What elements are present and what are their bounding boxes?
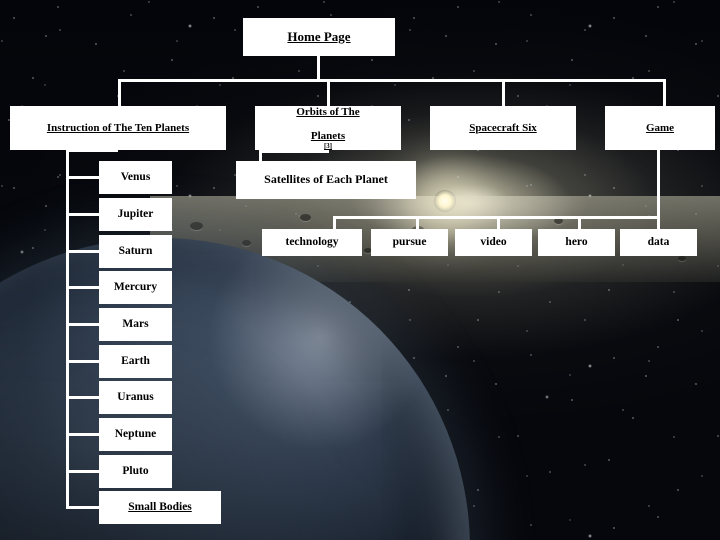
slide-canvas: Home Page Instruction of The Ten Planets…: [0, 0, 720, 540]
node-satellites-label: Satellites of Each Planet: [264, 172, 388, 187]
node-instruction-of-the-ten-planets[interactable]: Instruction of The Ten Planets: [10, 106, 226, 150]
node-home-page[interactable]: Home Page: [243, 18, 395, 56]
node-planet-pluto[interactable]: Pluto: [99, 455, 172, 488]
node-small-bodies[interactable]: Small Bodies: [99, 491, 221, 524]
connector-stub-mars: [66, 323, 100, 326]
node-planet-mars-label: Mars: [122, 318, 149, 331]
node-planet-saturn-label: Saturn: [118, 245, 153, 258]
connector-stub-pluto: [66, 470, 100, 473]
node-planet-saturn[interactable]: Saturn: [99, 235, 172, 268]
node-game-video[interactable]: video: [455, 229, 532, 256]
node-planet-mercury-label: Mercury: [113, 281, 158, 294]
connector-stub-neptune: [66, 433, 100, 436]
connector-planet-rail: [66, 149, 69, 509]
node-spacecraft-six[interactable]: Spacecraft Six: [430, 106, 576, 150]
node-game-hero[interactable]: hero: [538, 229, 615, 256]
connector-bus-to-data: [657, 216, 660, 230]
connector-bus-to-orbits: [327, 79, 330, 106]
node-game-pursue[interactable]: pursue: [371, 229, 448, 256]
connector-stub-venus: [66, 176, 100, 179]
node-game-technology[interactable]: technology: [262, 229, 362, 256]
sun-glow: [434, 190, 456, 212]
node-planet-venus-label: Venus: [120, 171, 151, 184]
node-planet-neptune-label: Neptune: [114, 428, 157, 441]
connector-bus-to-video: [497, 216, 500, 230]
node-game-data-label: data: [647, 236, 670, 249]
node-game-pursue-label: pursue: [392, 236, 427, 249]
node-planet-uranus-label: Uranus: [117, 391, 154, 404]
connector-bus-to-technology: [333, 216, 336, 230]
node-planet-pluto-label: Pluto: [122, 465, 149, 478]
node-game-hero-label: hero: [565, 236, 588, 249]
node-planet-earth-label: Earth: [121, 355, 150, 368]
connector-home-to-bus: [317, 55, 320, 81]
connector-stub-jupiter: [66, 213, 100, 216]
connector-stub-small-bodies: [66, 506, 100, 509]
node-planet-earth[interactable]: Earth: [99, 345, 172, 378]
node-planet-mars[interactable]: Mars: [99, 308, 172, 341]
node-planet-neptune[interactable]: Neptune: [99, 418, 172, 451]
connector-stub-earth: [66, 360, 100, 363]
node-orbits-of-the-planets[interactable]: Orbits of The Planets [3]: [255, 106, 401, 150]
node-planet-uranus[interactable]: Uranus: [99, 381, 172, 414]
node-instruction-label: Instruction of The Ten Planets: [46, 121, 190, 134]
node-game-data[interactable]: data: [620, 229, 697, 256]
node-game-label: Game: [645, 121, 675, 134]
node-home-page-label: Home Page: [287, 28, 351, 44]
connector-bus-to-pursue: [416, 216, 419, 230]
connector-bus-to-game: [663, 79, 666, 106]
connector-bus-to-hero: [578, 216, 581, 230]
node-small-bodies-label: Small Bodies: [128, 501, 192, 514]
connector-game-to-bottom-bus: [657, 149, 660, 218]
connector-bus-to-spacecraft: [502, 79, 505, 106]
node-spacecraft-six-label: Spacecraft Six: [469, 121, 537, 134]
node-planet-mercury[interactable]: Mercury: [99, 271, 172, 304]
node-planet-jupiter-label: Jupiter: [117, 208, 154, 221]
connector-level1-bus: [118, 79, 666, 82]
node-game-technology-label: technology: [285, 236, 339, 249]
node-satellites-of-each-planet[interactable]: Satellites of Each Planet: [236, 161, 416, 199]
connector-orbits-elbow: [259, 150, 329, 153]
connector-stub-mercury: [66, 286, 100, 289]
node-orbits-superscript: [3]: [324, 142, 332, 150]
node-planet-venus[interactable]: Venus: [99, 161, 172, 194]
node-orbits-label: Orbits of The Planets [3]: [288, 106, 367, 151]
node-game[interactable]: Game: [605, 106, 715, 150]
connector-stub-saturn: [66, 250, 100, 253]
node-game-video-label: video: [480, 236, 507, 249]
connector-stub-uranus: [66, 396, 100, 399]
connector-bus-to-instruction: [118, 79, 121, 106]
node-planet-jupiter[interactable]: Jupiter: [99, 198, 172, 231]
